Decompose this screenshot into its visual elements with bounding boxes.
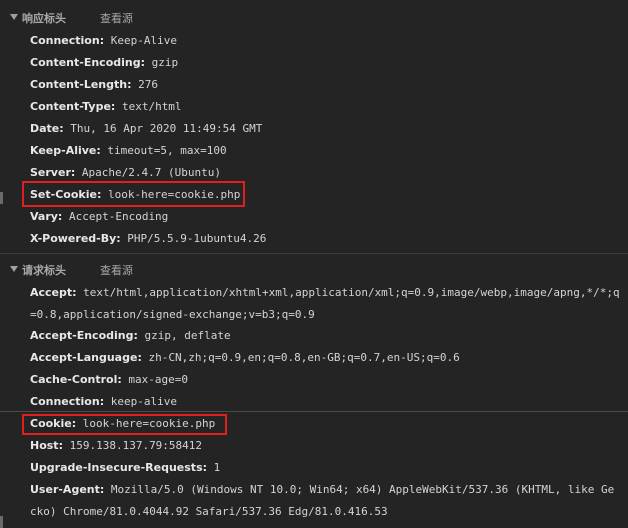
header-key: User-Agent: [30,483,105,496]
header-key: Content-Encoding: [30,56,146,69]
header-key: Vary: [30,210,63,223]
header-value: text/html,application/xhtml+xml,applicat… [30,286,620,321]
header-value: keep-alive [110,395,177,408]
header-key: Accept-Language: [30,351,142,364]
header-key: Accept-Encoding: [30,329,138,342]
response-headers-title: 响应标头 [22,12,66,25]
response-header-row: Date: Thu, 16 Apr 2020 11:49:54 GMT [30,118,622,140]
request-header-row: Upgrade-Insecure-Requests: 1 [30,457,622,479]
response-header-row: Content-Encoding: gzip [30,52,622,74]
header-key: Accept: [30,286,77,299]
response-headers-section-header[interactable]: 响应标头 查看源 [0,6,628,28]
request-header-row: Host: 159.138.137.79:58412 [30,435,622,457]
collapse-arrow-icon[interactable] [10,266,18,272]
header-value: Mozilla/5.0 (Windows NT 10.0; Win64; x64… [30,483,615,518]
response-header-row: Connection: Keep-Alive [30,30,622,52]
header-value: 276 [138,78,158,91]
response-header-row: Vary: Accept-Encoding [30,206,622,228]
response-header-row: Content-Type: text/html [30,96,622,118]
header-key: Connection: [30,395,105,408]
left-edge-marker [0,192,3,204]
request-headers-section-header[interactable]: 请求标头 查看源 [0,258,628,280]
header-value: Apache/2.4.7 (Ubuntu) [81,166,221,179]
header-key: Content-Type: [30,100,116,113]
section-divider [0,253,628,254]
header-key: Server: [30,166,76,179]
row-divider [0,411,628,412]
request-header-row: Accept-Language: zh-CN,zh;q=0.9,en;q=0.8… [30,347,622,369]
header-value: gzip [151,56,179,69]
header-value: timeout=5, max=100 [107,144,227,157]
response-header-row: Keep-Alive: timeout=5, max=100 [30,140,622,162]
header-key: X-Powered-By: [30,232,121,245]
header-value: 159.138.137.79:58412 [69,439,203,452]
header-value: max-age=0 [128,373,188,386]
request-header-row: Cache-Control: max-age=0 [30,369,622,391]
header-value: zh-CN,zh;q=0.9,en;q=0.8,en-GB;q=0.7,en-U… [148,351,460,364]
header-key: Date: [30,122,64,135]
header-key: Upgrade-Insecure-Requests: [30,461,208,474]
set-cookie-highlight-box [22,181,245,207]
request-header-row: Accept-Encoding: gzip, deflate [30,325,622,347]
cookie-highlight-box [22,414,227,435]
header-value: Thu, 16 Apr 2020 11:49:54 GMT [70,122,263,135]
response-view-source-link[interactable]: 查看源 [100,10,133,26]
request-header-row-user-agent: User-Agent: Mozilla/5.0 (Windows NT 10.0… [30,479,620,523]
header-key: Connection: [30,34,105,47]
request-header-row-accept: Accept: text/html,application/xhtml+xml,… [30,282,620,326]
header-value: PHP/5.5.9-1ubuntu4.26 [127,232,267,245]
response-header-row: X-Powered-By: PHP/5.5.9-1ubuntu4.26 [30,228,622,250]
header-key: Content-Length: [30,78,132,91]
header-key: Host: [30,439,63,452]
header-value: Accept-Encoding [68,210,169,223]
request-view-source-link[interactable]: 查看源 [100,262,133,278]
header-value: text/html [121,100,182,113]
response-header-row: Content-Length: 276 [30,74,622,96]
header-value: Keep-Alive [110,34,177,47]
request-headers-title: 请求标头 [22,264,66,277]
header-key: Keep-Alive: [30,144,101,157]
header-key: Cache-Control: [30,373,122,386]
header-value: 1 [213,461,221,474]
header-value: gzip, deflate [144,329,231,342]
request-header-row: Connection: keep-alive [30,391,622,413]
collapse-arrow-icon[interactable] [10,14,18,20]
left-edge-marker [0,516,3,528]
